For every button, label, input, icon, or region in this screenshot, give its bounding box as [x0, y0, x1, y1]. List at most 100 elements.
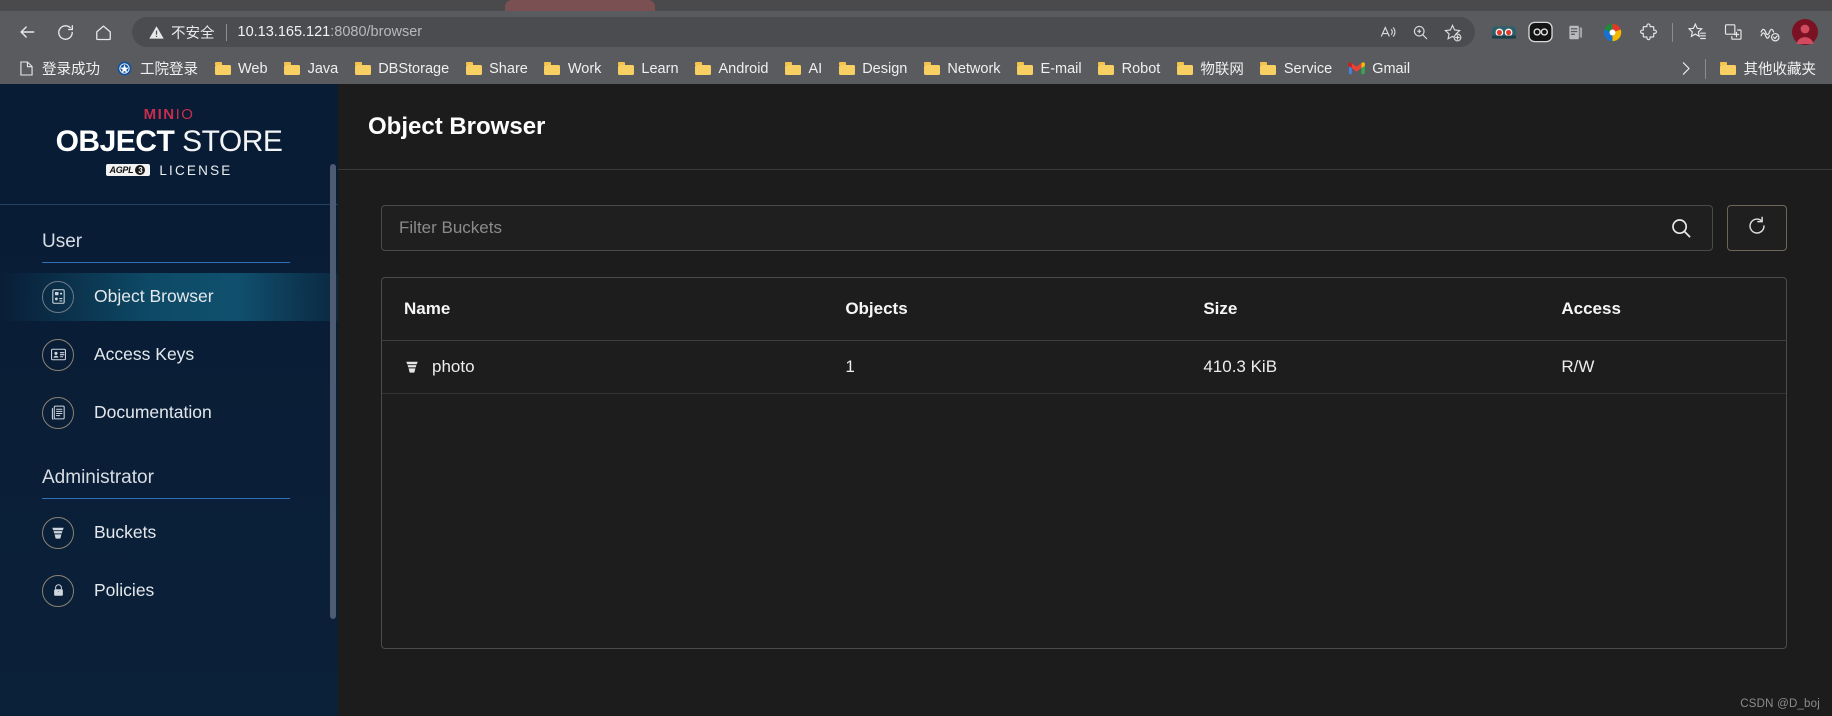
page-content: MINIO OBJECT STORE AGPL 3 LICENSE User Ob… [0, 84, 1832, 716]
cell-size: 410.3 KiB [1203, 340, 1562, 394]
sidebar-scrollbar[interactable] [330, 164, 336, 619]
bookmarks-overflow-chevron-right-icon[interactable] [1673, 56, 1699, 82]
add-favorite-icon[interactable] [1437, 19, 1467, 45]
bookmark-label: Android [718, 60, 769, 77]
bookmark-item[interactable]: Gmail [1340, 58, 1418, 80]
minio-brand-io: IO [175, 106, 195, 123]
bookmark-item[interactable]: Java [276, 58, 347, 80]
sidebar-item-label: Documentation [94, 402, 212, 422]
bookmark-label: Design [862, 60, 908, 77]
folder-icon [1720, 61, 1737, 77]
main-content: Object Browser Filter Buckets Name Objec… [338, 84, 1832, 716]
tab-strip[interactable] [0, 0, 1832, 11]
idm-extension-icon[interactable] [1595, 17, 1629, 47]
reading-list-icon[interactable] [1559, 17, 1593, 47]
bookmark-label: Learn [641, 60, 679, 77]
url-host: 10.13.165.121 [237, 24, 331, 40]
search-input[interactable] [399, 218, 1664, 238]
folder-icon [1098, 61, 1115, 77]
sidebar: MINIO OBJECT STORE AGPL 3 LICENSE User Ob… [0, 84, 338, 716]
agpl-badge-icon: AGPL 3 [105, 164, 151, 176]
bookmark-item[interactable]: Design [830, 58, 915, 80]
omnibox-divider [225, 23, 227, 41]
section-header-user: User [42, 231, 290, 263]
sidebar-item-documentation[interactable]: Documentation [0, 389, 338, 437]
column-header-size[interactable]: Size [1203, 278, 1562, 341]
bookmark-item[interactable]: Android [687, 58, 777, 80]
browser-essentials-icon[interactable] [1752, 17, 1786, 47]
profile-avatar-icon[interactable] [1523, 17, 1557, 47]
puzzle-extension-icon[interactable] [1631, 17, 1665, 47]
browser-tab[interactable] [505, 0, 655, 11]
collections-star-icon[interactable] [1680, 17, 1714, 47]
folder-icon [923, 61, 940, 77]
site-icon [116, 61, 133, 77]
agpl-badge-text: AGPL [109, 165, 134, 175]
nav-section-user: User Object Browser Access Keys Document… [0, 231, 338, 437]
minio-logo[interactable]: MINIO OBJECT STORE AGPL 3 LICENSE [0, 84, 338, 204]
folder-icon [838, 61, 855, 77]
folder-icon [1017, 61, 1034, 77]
security-label: 不安全 [171, 25, 215, 42]
logo-title: OBJECT STORE [0, 126, 338, 158]
bookmarks-divider [1704, 58, 1706, 79]
bookmark-other-favorites[interactable]: 其他收藏夹 [1712, 55, 1825, 82]
minio-brand: MINIO [0, 106, 338, 123]
bookmark-item[interactable]: Web [206, 58, 276, 80]
table-row[interactable]: photo 1 410.3 KiB R/W [382, 340, 1786, 394]
cell-objects: 1 [845, 340, 1204, 394]
license-row: AGPL 3 LICENSE [0, 163, 338, 178]
bookmark-item[interactable]: Learn [609, 58, 686, 80]
bookmark-item[interactable]: Share [457, 58, 536, 80]
bookmark-item[interactable]: 物联网 [1168, 55, 1252, 82]
folder-icon [695, 61, 712, 77]
cell-bucket-name[interactable]: photo [382, 340, 846, 394]
read-aloud-icon[interactable] [1373, 19, 1403, 45]
folder-icon [354, 61, 371, 77]
glasses-extension-icon[interactable] [1487, 17, 1521, 47]
logo-title-store: STORE [174, 125, 283, 158]
bookmark-item[interactable]: 登录成功 [10, 55, 108, 82]
column-header-name[interactable]: Name [382, 278, 846, 341]
sidebar-item-label: Buckets [94, 522, 157, 542]
documentation-icon [42, 396, 74, 429]
folder-icon [284, 61, 301, 77]
bookmark-item[interactable]: Work [536, 58, 610, 80]
bookmark-label: Service [1283, 60, 1333, 77]
sidebar-item-buckets[interactable]: Buckets [0, 509, 338, 557]
address-bar[interactable]: 不安全 10.13.165.121:8080/browser [132, 17, 1475, 47]
bookmark-item[interactable]: AI [777, 58, 831, 80]
bookmark-item[interactable]: Network [915, 58, 1008, 80]
user-avatar-icon[interactable] [1788, 17, 1822, 47]
sidebar-item-object-browser[interactable]: Object Browser [0, 272, 338, 321]
folder-icon [544, 61, 561, 77]
sidebar-item-policies[interactable]: Policies [0, 567, 338, 615]
bookmark-item[interactable]: Service [1252, 58, 1340, 80]
folder-icon [785, 61, 802, 77]
sidebar-item-access-keys[interactable]: Access Keys [0, 331, 338, 379]
bookmark-item[interactable]: DBStorage [346, 58, 457, 80]
logo-title-object: OBJECT [55, 125, 175, 158]
bookmark-item[interactable]: Robot [1090, 58, 1169, 80]
column-header-objects[interactable]: Objects [845, 278, 1204, 341]
bookmark-item[interactable]: 工院登录 [108, 55, 206, 82]
bookmark-item[interactable]: E-mail [1009, 58, 1090, 80]
zoom-icon[interactable] [1405, 19, 1435, 45]
reload-button[interactable] [48, 17, 82, 47]
search-icon[interactable] [1664, 211, 1698, 245]
folder-icon [465, 61, 482, 77]
buckets-table-card: Name Objects Size Access photo 1 410.3 K… [381, 277, 1787, 649]
column-header-access[interactable]: Access [1561, 278, 1786, 341]
page-header: Object Browser [338, 84, 1832, 170]
folder-icon [617, 61, 634, 77]
bookmark-label: 登录成功 [42, 62, 100, 78]
buckets-table: Name Objects Size Access photo 1 410.3 K… [382, 278, 1786, 394]
folder-icon [214, 61, 231, 77]
bucket-icon [42, 516, 74, 549]
split-screen-icon[interactable] [1716, 17, 1750, 47]
home-button[interactable] [86, 17, 120, 47]
bookmark-label: 物联网 [1200, 62, 1244, 78]
filter-buckets-field[interactable] [381, 205, 1713, 251]
refresh-button[interactable] [1727, 205, 1787, 251]
back-button[interactable] [10, 17, 44, 47]
